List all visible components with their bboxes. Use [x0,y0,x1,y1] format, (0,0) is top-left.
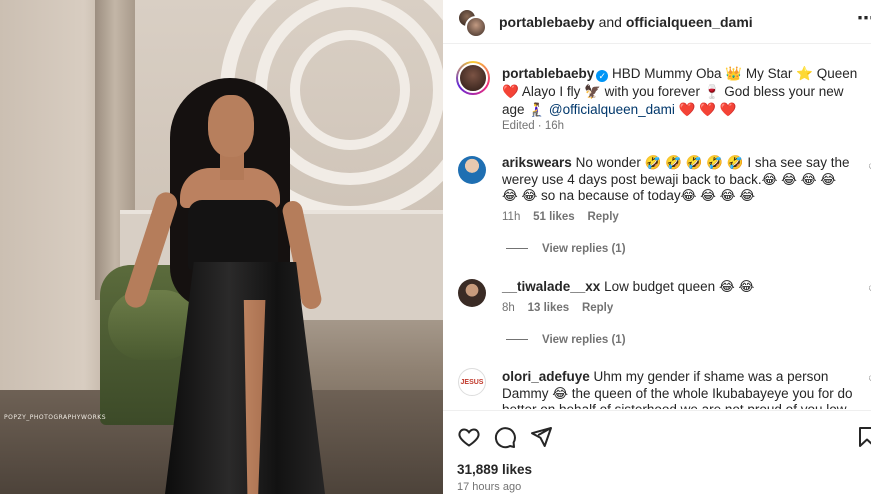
comment-age: 11h [502,211,521,223]
comments-list[interactable]: portablebaeby ✓ HBD Mummy Oba 👑 My Star ⭐… [443,45,871,409]
header-and: and [598,14,622,30]
comment-username[interactable]: arikswears [502,155,572,170]
post-actions: 31,889 likes 17 hours ago [443,410,871,494]
caption-mention[interactable]: @officialqueen_dami [549,102,675,117]
comment-username[interactable]: olori_adefuye [502,369,590,384]
heart-icon[interactable] [457,425,481,449]
view-replies-button[interactable]: View replies (1) [506,243,626,255]
comment-avatar[interactable] [458,279,486,307]
header-usernames: portablebaeby and officialqueen_dami [499,14,753,30]
comment: __tiwalade__xx Low budget queen 😂 😂 [502,279,854,296]
divider [506,248,528,250]
collab-avatars[interactable] [457,8,487,38]
likes-count[interactable]: 31,889 likes [457,462,532,477]
view-replies-button[interactable]: View replies (1) [506,334,626,346]
comment: arikswears No wonder 🤣 🤣 🤣 🤣 🤣 I sha see… [502,155,854,205]
comment-username[interactable]: __tiwalade__xx [502,279,600,294]
caption: portablebaeby ✓ HBD Mummy Oba 👑 My Star ⭐… [502,65,862,119]
post-detail-panel: portablebaeby and officialqueen_dami ⋯ p… [443,0,871,494]
caption-hearts: ❤️ ❤️ ❤️ [678,102,737,117]
reply-button[interactable]: Reply [587,211,618,223]
comment-meta: 11h 51 likes Reply [502,211,619,223]
comment-meta: 8h 13 likes Reply [502,302,613,314]
comment-icon[interactable] [493,425,517,449]
photo-watermark: POPZY_PHOTOGRAPHYWORKS [4,414,107,421]
reply-button[interactable]: Reply [582,302,613,314]
comment-likes[interactable]: 13 likes [528,302,570,314]
avatar [465,16,487,38]
caption-meta: Edited · 16h [502,120,565,132]
post-header: portablebaeby and officialqueen_dami ⋯ [443,0,871,44]
photo-subject-face [208,95,254,157]
post-timestamp[interactable]: 17 hours ago [457,481,521,493]
photo-subject-dress-top [188,200,278,270]
bookmark-icon[interactable] [855,425,871,449]
share-icon[interactable] [529,425,553,449]
caption-username[interactable]: portablebaeby [502,66,594,81]
divider [506,339,528,341]
comment-avatar[interactable]: JESUS [458,368,486,396]
caption-age: 16h [544,120,565,132]
comment-avatar[interactable] [458,156,486,184]
caption-edited: Edited [502,120,535,132]
comment-age: 8h [502,302,515,314]
comment: olori_adefuye Uhm my gender if shame was… [502,369,854,409]
header-username-2[interactable]: officialqueen_dami [626,14,753,30]
post-photo[interactable]: POPZY_PHOTOGRAPHYWORKS [0,0,443,494]
verified-badge-icon: ✓ [596,70,609,82]
caption-avatar[interactable] [456,61,490,95]
comment-likes[interactable]: 51 likes [533,211,575,223]
photo-ring-inner [290,30,410,150]
header-username-1[interactable]: portablebaeby [499,14,595,30]
more-horizontal-icon[interactable]: ⋯ [857,8,871,29]
comment-text: Low budget queen 😂 😂 [604,279,755,294]
